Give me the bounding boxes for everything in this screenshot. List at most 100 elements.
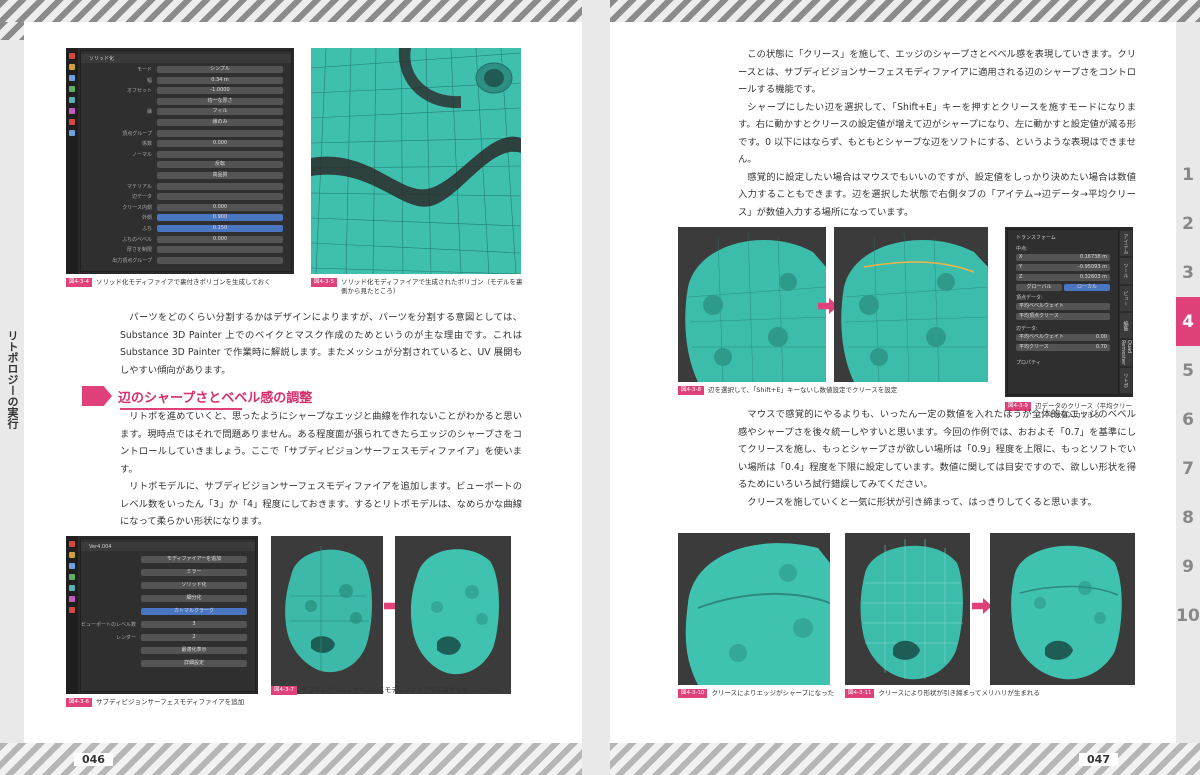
chapter-tab-7[interactable]: 7	[1176, 444, 1200, 493]
panel-field[interactable]: 2	[141, 634, 247, 641]
item-sidebar-panel: トランスフォーム 中点: X 0.16738 m Y -0.95093 m Z 0.326…	[1007, 229, 1119, 395]
panel-row: モディファイアーを追加	[81, 555, 255, 564]
local-toggle[interactable]: ローカル	[1064, 284, 1110, 291]
right-paragraph-block-2: マウスで感覚的にやるよりも、いったん一定の数値を入れたほうが全体的なエッジのベベ…	[738, 409, 1136, 508]
panel-field[interactable]: 細分化	[141, 595, 247, 602]
caption-fig-4-3-10: 図4-3-10 クリースによりエッジがシャープになった	[678, 689, 838, 698]
vertex-crease-field[interactable]: 平均頂点クリース	[1016, 313, 1110, 320]
panel-field[interactable]: モディファイアーを追加	[141, 556, 247, 563]
panel-field[interactable]: -1.0000	[157, 87, 283, 95]
panel-row: 詳細設定	[81, 659, 255, 668]
transform-field[interactable]: Z 0.32603 m	[1016, 274, 1110, 281]
panel-field[interactable]: 縁のみ	[157, 119, 283, 126]
panel-row: 最適化表示	[81, 646, 255, 655]
chapter-tab-2[interactable]: 2	[1176, 199, 1200, 248]
panel-field[interactable]: カトマルクラーク	[141, 608, 247, 615]
panel-field[interactable]: 0.900	[157, 214, 283, 222]
head-closeup-1	[678, 227, 826, 382]
head-render-before	[271, 536, 383, 694]
panel-field[interactable]: 3	[141, 621, 247, 628]
panel-row: 辺データ	[81, 192, 291, 201]
panel-field[interactable]: 0.34 m	[157, 76, 283, 84]
panel-row: カトマルクラーク	[81, 607, 255, 616]
head-crease-after	[834, 227, 988, 382]
panel-row: ノーマル	[81, 150, 291, 159]
heading-marker	[82, 386, 112, 406]
left-paragraph-2: リトポを進めていくと、思ったようにシャープなエッジと曲線を作れないことがわかると…	[120, 411, 522, 527]
chapter-tab-8[interactable]: 8	[1176, 493, 1200, 542]
panel-field[interactable]: 最適化表示	[141, 647, 247, 654]
panel-field[interactable]: 詳細設定	[141, 660, 247, 667]
top-hatch-right	[610, 0, 1200, 22]
sidebar-tab[interactable]: リトポ	[1120, 367, 1132, 393]
panel-field[interactable]: 均一な厚さ	[157, 97, 283, 105]
chapter-tab-4[interactable]: 4	[1176, 297, 1200, 346]
modifier-name[interactable]: ソリッド化	[81, 55, 114, 62]
head-crease-before	[678, 227, 826, 382]
section-heading: 辺のシャープさとベベル感の調整	[82, 386, 312, 410]
transform-field[interactable]: X 0.16738 m	[1016, 254, 1110, 261]
transform-row: X 0.16738 m	[1008, 253, 1118, 262]
chapter-tab-6[interactable]: 6	[1176, 395, 1200, 444]
panel-field[interactable]	[157, 150, 283, 158]
chapter-tab-1[interactable]: 1	[1176, 150, 1200, 199]
edge-bevel-field[interactable]: 平均ベベルウェイト 0.00	[1016, 334, 1110, 341]
edge-crease-field[interactable]: 平均クリース 0.70	[1016, 344, 1110, 351]
panel-row: クリース内側 0.000	[81, 203, 291, 212]
footer-left: 046	[0, 743, 582, 775]
vertex-bevel-field[interactable]: 平均ベベルウェイト	[1016, 303, 1110, 310]
sidebar-tab[interactable]: 編集	[1120, 312, 1132, 339]
chapter-tab-10[interactable]: 10	[1176, 591, 1200, 640]
panel-field[interactable]	[157, 129, 283, 137]
side-chapter-title: リトポロジーの実行	[6, 330, 19, 429]
global-toggle[interactable]: グローバル	[1016, 284, 1062, 291]
panel-field[interactable]	[157, 193, 283, 201]
teal-mesh-illustration	[311, 48, 521, 274]
transform-field[interactable]: Y -0.95093 m	[1016, 264, 1110, 271]
transform-row: Y -0.95093 m	[1008, 263, 1118, 272]
panel-field[interactable]: フィル	[157, 108, 283, 116]
properties-header[interactable]: プロパティ	[1008, 359, 1041, 366]
head-render-after	[395, 536, 511, 694]
solidify-panel-screenshot: ソリッド化 モード シンプル幅 0.34 m オフセット -1.0000 均一な厚さ縁フィ…	[66, 48, 294, 274]
caption-fig-4-3-7: 図4-3-7 サブディビジョンサーフェスモディファイアで形状がなめらかになる	[271, 686, 531, 695]
head-closeup-2	[834, 227, 988, 382]
page-number-left: 046	[74, 752, 113, 766]
panel-field[interactable]: 0.000	[157, 235, 283, 243]
panel-field[interactable]: ミラー	[141, 569, 247, 576]
panel-field[interactable]: 反転	[157, 161, 283, 169]
footer-right: 047	[610, 743, 1200, 775]
transform-header[interactable]: トランスフォーム	[1008, 234, 1056, 241]
panel-field[interactable]	[157, 246, 283, 254]
tool-column-2	[66, 536, 78, 694]
panel-field[interactable]	[157, 182, 283, 190]
head-wire	[845, 533, 970, 685]
panel-field[interactable]: ソリッド化	[141, 582, 247, 589]
chapter-tab-3[interactable]: 3	[1176, 248, 1200, 297]
panel-row: ビューポートのレベル数 3	[81, 620, 255, 629]
panel-field[interactable]: 0.150	[157, 225, 283, 232]
sidebar-tab[interactable]: ツール	[1120, 258, 1132, 284]
panel-field[interactable]	[157, 256, 283, 264]
panel-row: 厚さを制限	[81, 245, 291, 254]
chapter-tab-5[interactable]: 5	[1176, 346, 1200, 395]
chapter-tab-9[interactable]: 9	[1176, 542, 1200, 591]
caption-fig-4-3-5: 図4-3-5 ソリッド化モディファイアで生成されたポリゴン（モデルを裏側から見た…	[311, 278, 526, 296]
panel-row: 高品質	[81, 171, 291, 180]
sidebar-tab[interactable]: Quad Remesher	[1120, 340, 1132, 366]
sidebar-tab[interactable]: アイテム	[1120, 231, 1132, 257]
subsurf-panel-screenshot: Ver4.004 モディファイアーを追加 ミラー ソリッド化 細分化 カトマルクラークビ…	[66, 536, 258, 694]
panel-field[interactable]: 高品質	[157, 172, 283, 179]
left-paragraph-1: パーツをどのくらい分割するかはデザインによりますが、パーツを分割する意図としては…	[120, 312, 522, 376]
head-crease-wireframe	[845, 533, 970, 685]
panel-row: マテリアル	[81, 182, 291, 191]
panel-field[interactable]: シンプル	[157, 66, 283, 73]
panel-row: モード シンプル	[81, 65, 291, 74]
transform-row: Z 0.32603 m	[1008, 273, 1118, 282]
sidebar-tab[interactable]: ビュー	[1120, 285, 1132, 311]
panel-field[interactable]: 0.000	[157, 140, 283, 148]
corner-hatch	[0, 22, 24, 40]
panel-field[interactable]: 0.000	[157, 203, 283, 211]
panel-row: 頂点グループ	[81, 129, 291, 138]
head-sharp-edge	[678, 533, 830, 685]
